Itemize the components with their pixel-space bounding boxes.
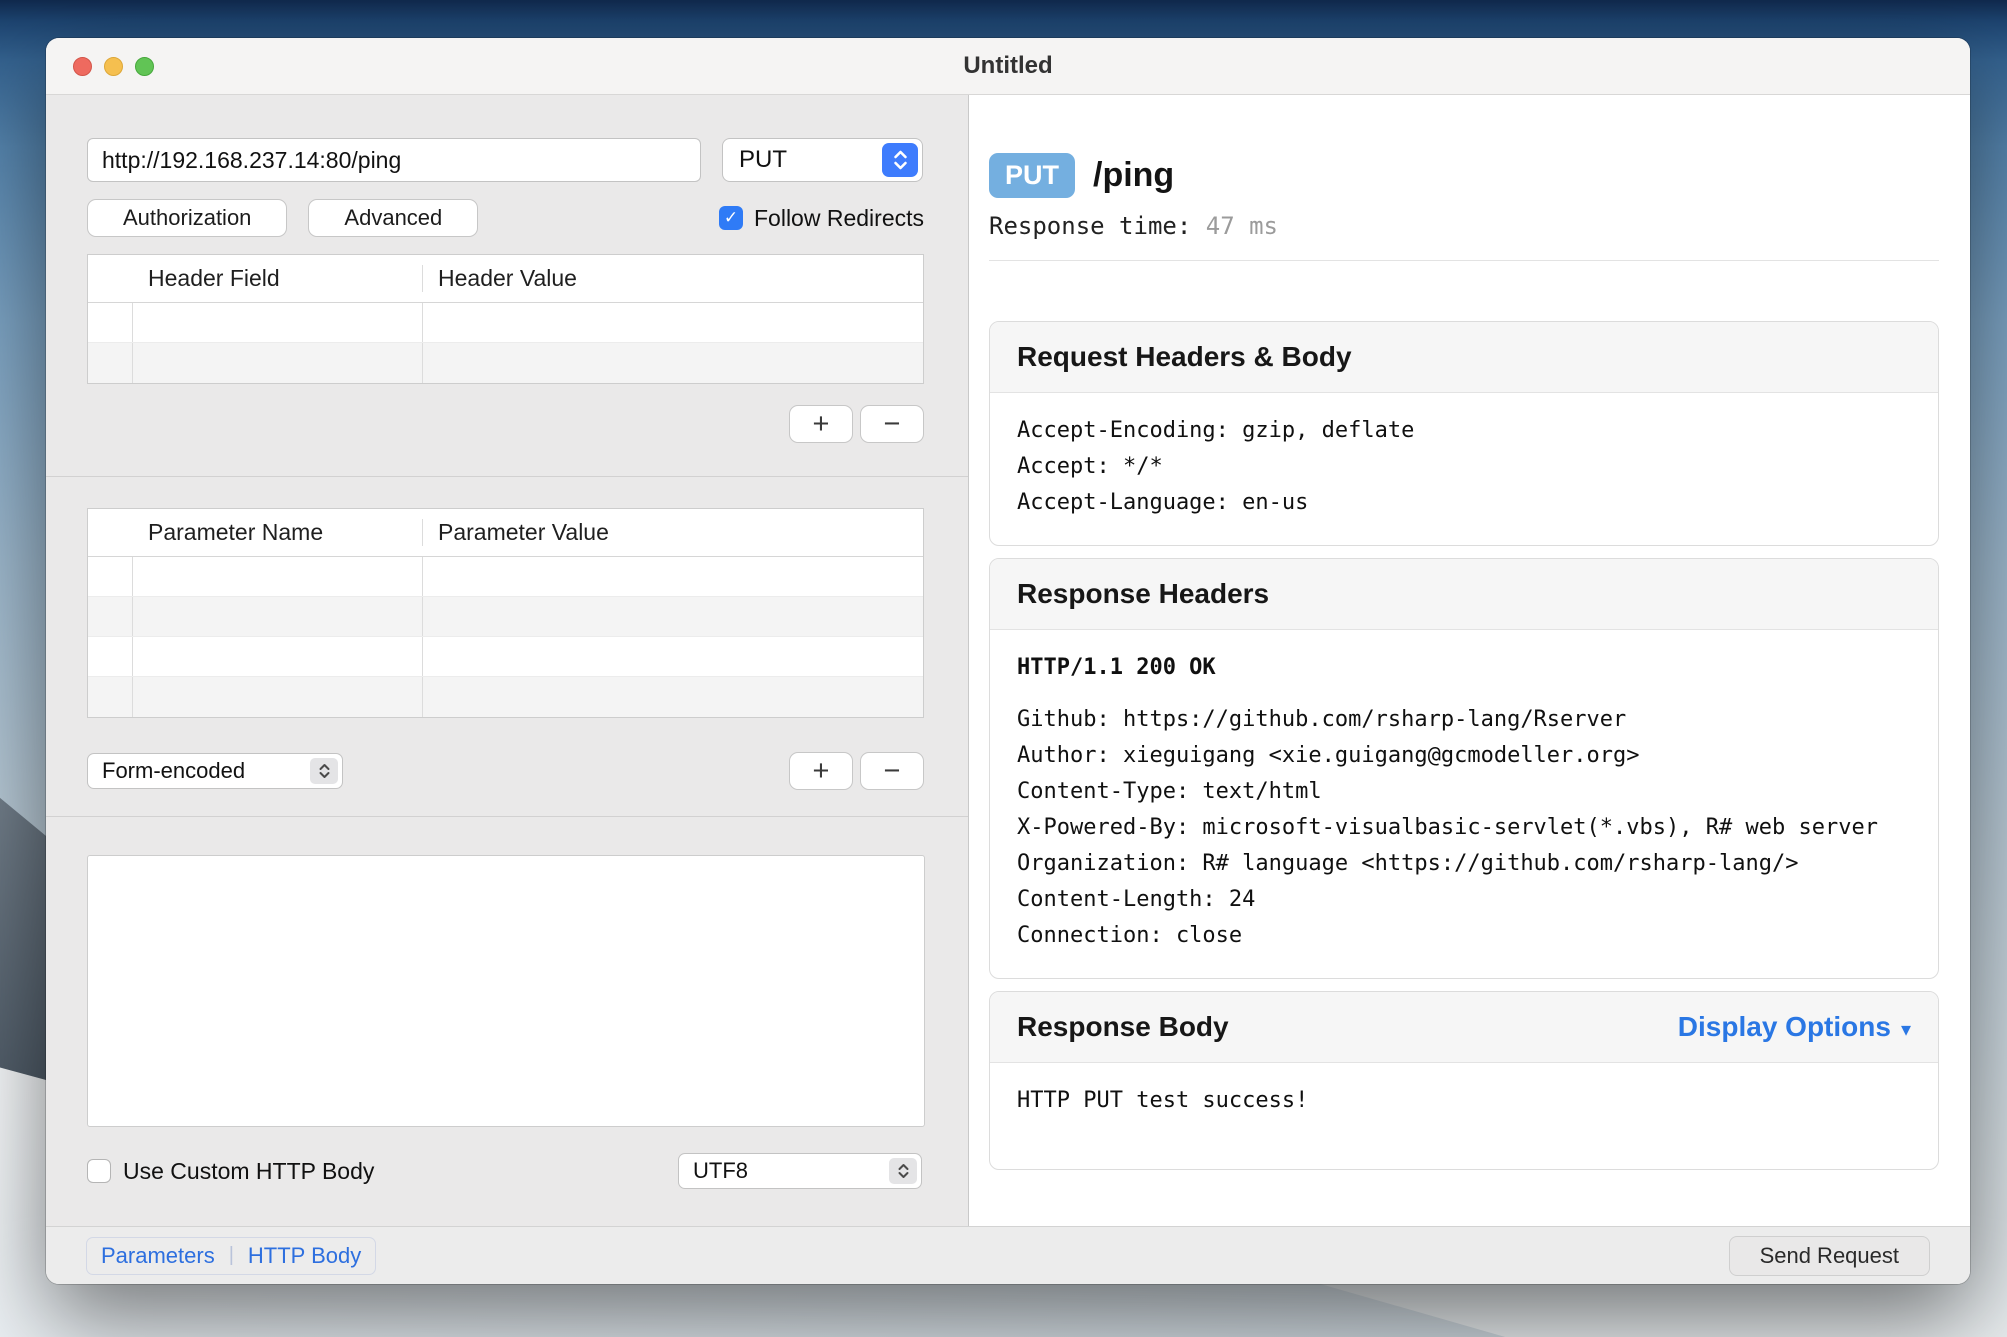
minimize-button[interactable] <box>104 57 123 76</box>
response-body-title: Response Body <box>1017 1011 1229 1043</box>
response-body-card: Response Body Display Options ▾ HTTP PUT… <box>989 991 1939 1170</box>
request-headers-card: Request Headers & Body Accept-Encoding: … <box>989 321 1939 546</box>
table-row[interactable] <box>88 597 923 637</box>
params-col-name: Parameter Name <box>133 519 423 546</box>
headers-col-field: Header Field <box>133 265 423 292</box>
table-row[interactable] <box>88 303 923 343</box>
link-divider: | <box>229 1244 234 1267</box>
popup-chevrons-icon <box>882 143 918 177</box>
close-button[interactable] <box>73 57 92 76</box>
follow-redirects-label: Follow Redirects <box>754 205 924 232</box>
table-row[interactable] <box>88 677 923 717</box>
parameters-link[interactable]: Parameters <box>101 1243 215 1269</box>
window-footer: Parameters | HTTP Body Send Request <box>46 1226 1970 1284</box>
headers-table: Header Field Header Value <box>87 254 924 384</box>
stepper-chevrons-icon <box>889 1158 917 1184</box>
request-headers-title: Request Headers & Body <box>990 322 1938 393</box>
advanced-button[interactable]: Advanced <box>308 199 478 237</box>
parameters-table: Parameter Name Parameter Value <box>87 508 924 718</box>
request-panel: PUT Authorization Advanced ✓ <box>46 95 969 1226</box>
remove-parameter-button[interactable]: − <box>860 752 924 790</box>
divider <box>46 476 968 477</box>
section-links: Parameters | HTTP Body <box>86 1237 376 1275</box>
header-line: X-Powered-By: microsoft-visualbasic-serv… <box>1017 810 1911 846</box>
parameters-table-header: Parameter Name Parameter Value <box>88 509 923 557</box>
response-time: Response time: 47 ms <box>989 212 1939 240</box>
custom-body-label: Use Custom HTTP Body <box>123 1158 374 1185</box>
request-headers-content: Accept-Encoding: gzip, deflate Accept: *… <box>990 393 1938 545</box>
header-line: Content-Type: text/html <box>1017 774 1911 810</box>
method-badge: PUT <box>989 153 1075 198</box>
custom-body-checkbox[interactable] <box>87 1159 111 1183</box>
encoding-dropdown[interactable]: Form-encoded <box>87 753 343 789</box>
zoom-button[interactable] <box>135 57 154 76</box>
method-dropdown[interactable]: PUT <box>722 138 923 182</box>
response-headers-content: HTTP/1.1 200 OK Github: https://github.c… <box>990 630 1938 978</box>
encoding-dropdown-value: Form-encoded <box>102 758 245 784</box>
header-line: Accept-Language: en-us <box>1017 485 1911 521</box>
http-body-link[interactable]: HTTP Body <box>248 1243 361 1269</box>
divider <box>989 260 1939 261</box>
response-time-value: 47 ms <box>1206 212 1278 240</box>
headers-table-header: Header Field Header Value <box>88 255 923 303</box>
send-request-button[interactable]: Send Request <box>1729 1236 1930 1276</box>
http-body-textarea[interactable] <box>87 855 925 1127</box>
window-title: Untitled <box>963 52 1052 80</box>
remove-header-button[interactable]: − <box>860 405 924 443</box>
caret-down-icon: ▾ <box>1901 1017 1911 1042</box>
follow-redirects-checkbox[interactable]: ✓ <box>719 206 743 230</box>
stepper-chevrons-icon <box>310 758 338 784</box>
url-input[interactable] <box>87 138 701 182</box>
app-window: Untitled PUT Authorization Ad <box>46 38 1970 1284</box>
response-body-content: HTTP PUT test success! <box>990 1063 1938 1169</box>
response-panel: PUT /ping Response time: 47 ms Request H… <box>969 95 1970 1226</box>
method-dropdown-value: PUT <box>739 146 787 174</box>
header-line: Connection: close <box>1017 918 1911 954</box>
header-line: Accept-Encoding: gzip, deflate <box>1017 413 1911 449</box>
table-row[interactable] <box>88 343 923 383</box>
request-path: /ping <box>1093 156 1174 195</box>
charset-dropdown-value: UTF8 <box>693 1158 748 1184</box>
table-row[interactable] <box>88 637 923 677</box>
display-options-button[interactable]: Display Options ▾ <box>1678 1011 1911 1043</box>
status-line: HTTP/1.1 200 OK <box>1017 650 1911 686</box>
table-row[interactable] <box>88 557 923 597</box>
display-options-label: Display Options <box>1678 1011 1891 1043</box>
headers-col-value: Header Value <box>423 265 923 292</box>
header-line: Organization: R# language <https://githu… <box>1017 846 1911 882</box>
titlebar: Untitled <box>46 38 1970 95</box>
header-line: Author: xieguigang <xie.guigang@gcmodell… <box>1017 738 1911 774</box>
response-time-label: Response time: <box>989 212 1191 240</box>
check-icon: ✓ <box>724 208 738 228</box>
authorization-button[interactable]: Authorization <box>87 199 287 237</box>
add-header-button[interactable]: + <box>789 405 853 443</box>
traffic-lights <box>73 38 154 94</box>
header-line: Accept: */* <box>1017 449 1911 485</box>
response-headers-card: Response Headers HTTP/1.1 200 OK Github:… <box>989 558 1939 979</box>
charset-dropdown[interactable]: UTF8 <box>678 1153 922 1189</box>
divider <box>46 816 968 817</box>
header-line: Content-Length: 24 <box>1017 882 1911 918</box>
response-headers-title: Response Headers <box>990 559 1938 630</box>
add-parameter-button[interactable]: + <box>789 752 853 790</box>
params-col-value: Parameter Value <box>423 519 923 546</box>
header-line: Github: https://github.com/rsharp-lang/R… <box>1017 702 1911 738</box>
